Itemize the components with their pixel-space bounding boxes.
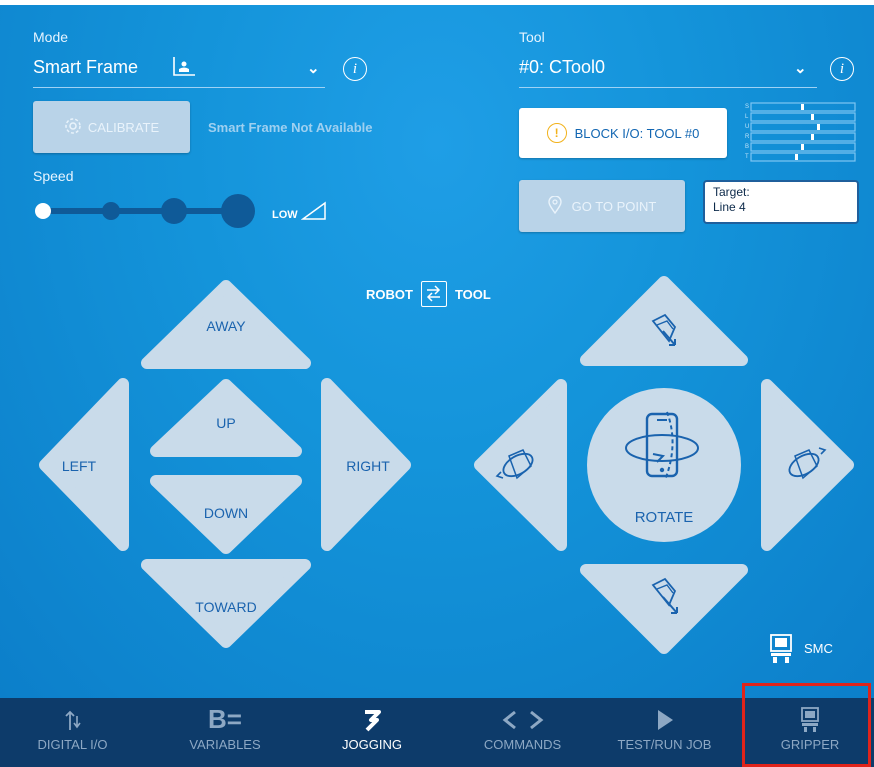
- jogging-icon: [365, 710, 381, 732]
- rotate-tool-down-button[interactable]: [590, 571, 740, 647]
- nav-commands-label: COMMANDS: [483, 737, 562, 752]
- nav-digital-io-label: DIGITAL I/O: [37, 737, 108, 752]
- jogging-panel: Mode Smart Frame ⌄ i Tool #0: CTool0 ⌄ i…: [0, 5, 874, 698]
- variables-icon: B=: [208, 704, 242, 734]
- rotate-tool-up-button[interactable]: [590, 285, 740, 361]
- jog-shapes: [39, 276, 854, 654]
- nav-jogging-label: JOGGING: [342, 737, 402, 752]
- nav-digital-io[interactable]: DIGITAL I/O: [20, 698, 125, 767]
- highlight-box: [742, 683, 871, 767]
- rotate-label: ROTATE: [634, 509, 694, 526]
- nav-variables[interactable]: B= VARIABLES: [170, 698, 280, 767]
- jog-toward-label: TOWARD: [195, 599, 257, 615]
- gripper-indicator: SMC: [768, 633, 833, 663]
- nav-variables-label: VARIABLES: [189, 737, 261, 752]
- jog-up-label: UP: [216, 415, 236, 431]
- gripper-indicator-label: SMC: [804, 640, 833, 656]
- jog-away-label: AWAY: [206, 318, 246, 334]
- digital-io-icon: [64, 710, 81, 730]
- rotate-tool-left-button[interactable]: [483, 387, 561, 545]
- rotate-button[interactable]: ROTATE: [587, 388, 741, 542]
- nav-test-run-job[interactable]: TEST/RUN JOB: [602, 698, 727, 767]
- tool-rotate-down-icon: [651, 577, 678, 614]
- nav-commands[interactable]: COMMANDS: [465, 698, 580, 767]
- tool-rotate-up-icon: [651, 313, 677, 346]
- nav-test-run-job-label: TEST/RUN JOB: [617, 737, 712, 752]
- rotate-tool-right-button[interactable]: [767, 387, 845, 545]
- play-icon: [657, 710, 673, 730]
- app-root: Mode Smart Frame ⌄ i Tool #0: CTool0 ⌄ i…: [0, 0, 874, 767]
- jog-right-label: RIGHT: [346, 458, 390, 474]
- rotate-device-icon: [625, 411, 699, 481]
- nav-jogging[interactable]: JOGGING: [322, 698, 422, 767]
- commands-icon: [502, 710, 543, 730]
- jog-down-label: DOWN: [203, 505, 249, 521]
- jog-left-label: LEFT: [61, 458, 97, 474]
- tool-spin-left-icon: [495, 449, 534, 480]
- gripper-icon: [770, 634, 792, 663]
- tool-spin-right-icon: [788, 447, 827, 480]
